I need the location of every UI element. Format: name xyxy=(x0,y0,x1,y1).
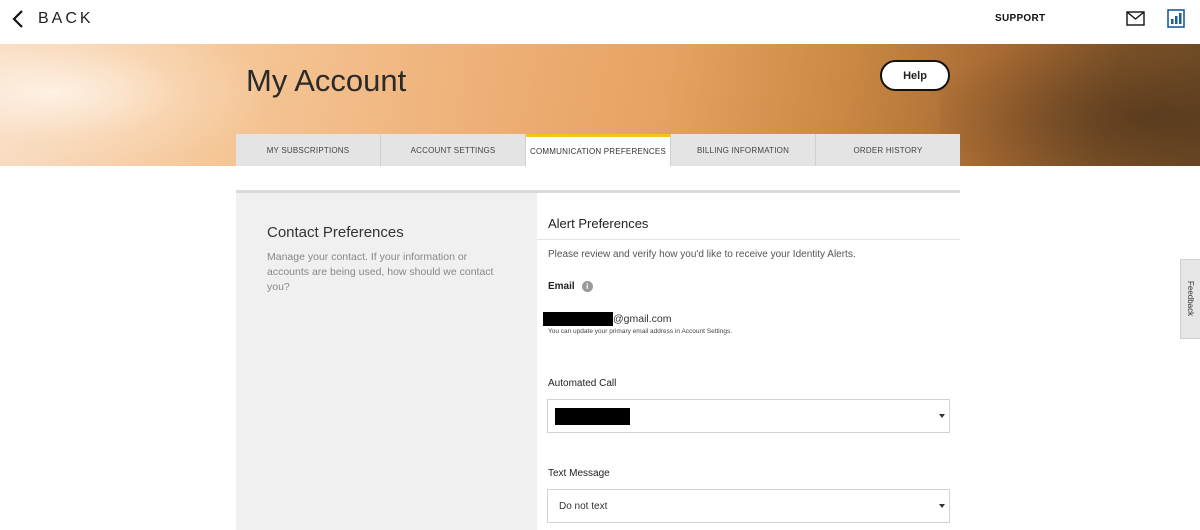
alert-preferences-title: Alert Preferences xyxy=(548,216,649,231)
email-value: @gmail.com xyxy=(543,312,672,326)
caret-down-icon xyxy=(939,504,945,508)
tab-account-settings[interactable]: ACCOUNT SETTINGS xyxy=(381,134,526,166)
tab-my-subscriptions[interactable]: MY SUBSCRIPTIONS xyxy=(236,134,381,166)
text-message-label: Text Message xyxy=(548,468,610,479)
page-title: My Account xyxy=(246,63,407,98)
account-tabs: MY SUBSCRIPTIONS ACCOUNT SETTINGS COMMUN… xyxy=(236,134,960,166)
support-link[interactable]: SUPPORT xyxy=(995,13,1045,24)
back-button[interactable]: BACK xyxy=(12,8,94,30)
caret-down-icon xyxy=(939,414,945,418)
email-label: Email i xyxy=(548,281,593,292)
email-label-text: Email xyxy=(548,281,575,292)
back-label: BACK xyxy=(38,10,94,27)
tab-order-history[interactable]: ORDER HISTORY xyxy=(816,134,960,166)
top-bar: BACK SUPPORT xyxy=(0,0,1200,44)
hero-shade xyxy=(940,44,1200,166)
tab-billing-information[interactable]: BILLING INFORMATION xyxy=(671,134,816,166)
email-update-note: You can update your primary email addres… xyxy=(548,328,733,335)
text-message-value: Do not text xyxy=(559,501,608,512)
report-icon[interactable] xyxy=(1167,9,1185,28)
chevron-left-icon xyxy=(12,10,23,28)
automated-call-select[interactable] xyxy=(547,399,950,433)
automated-call-label: Automated Call xyxy=(548,378,617,389)
hero-glow xyxy=(0,44,260,166)
info-icon[interactable]: i xyxy=(581,281,593,292)
email-domain: @gmail.com xyxy=(613,313,672,325)
contact-preferences-title: Contact Preferences xyxy=(267,224,404,241)
alert-preferences-divider xyxy=(537,239,960,240)
mail-icon[interactable] xyxy=(1126,11,1145,26)
contact-preferences-description: Manage your contact. If your information… xyxy=(267,251,494,293)
tab-communication-preferences[interactable]: COMMUNICATION PREFERENCES xyxy=(526,134,671,166)
feedback-label: Feedback xyxy=(1186,281,1195,317)
alert-preferences-description: Please review and verify how you'd like … xyxy=(548,249,856,260)
text-message-select[interactable]: Do not text xyxy=(547,489,950,523)
contact-preferences-panel: Contact Preferences Manage your contact.… xyxy=(236,193,537,530)
redacted-email-user xyxy=(543,312,613,326)
redacted-phone-number xyxy=(555,408,630,425)
alert-preferences-panel: Alert Preferences Please review and veri… xyxy=(537,193,960,530)
help-button[interactable]: Help xyxy=(880,60,950,91)
feedback-tab[interactable]: Feedback xyxy=(1180,259,1200,339)
